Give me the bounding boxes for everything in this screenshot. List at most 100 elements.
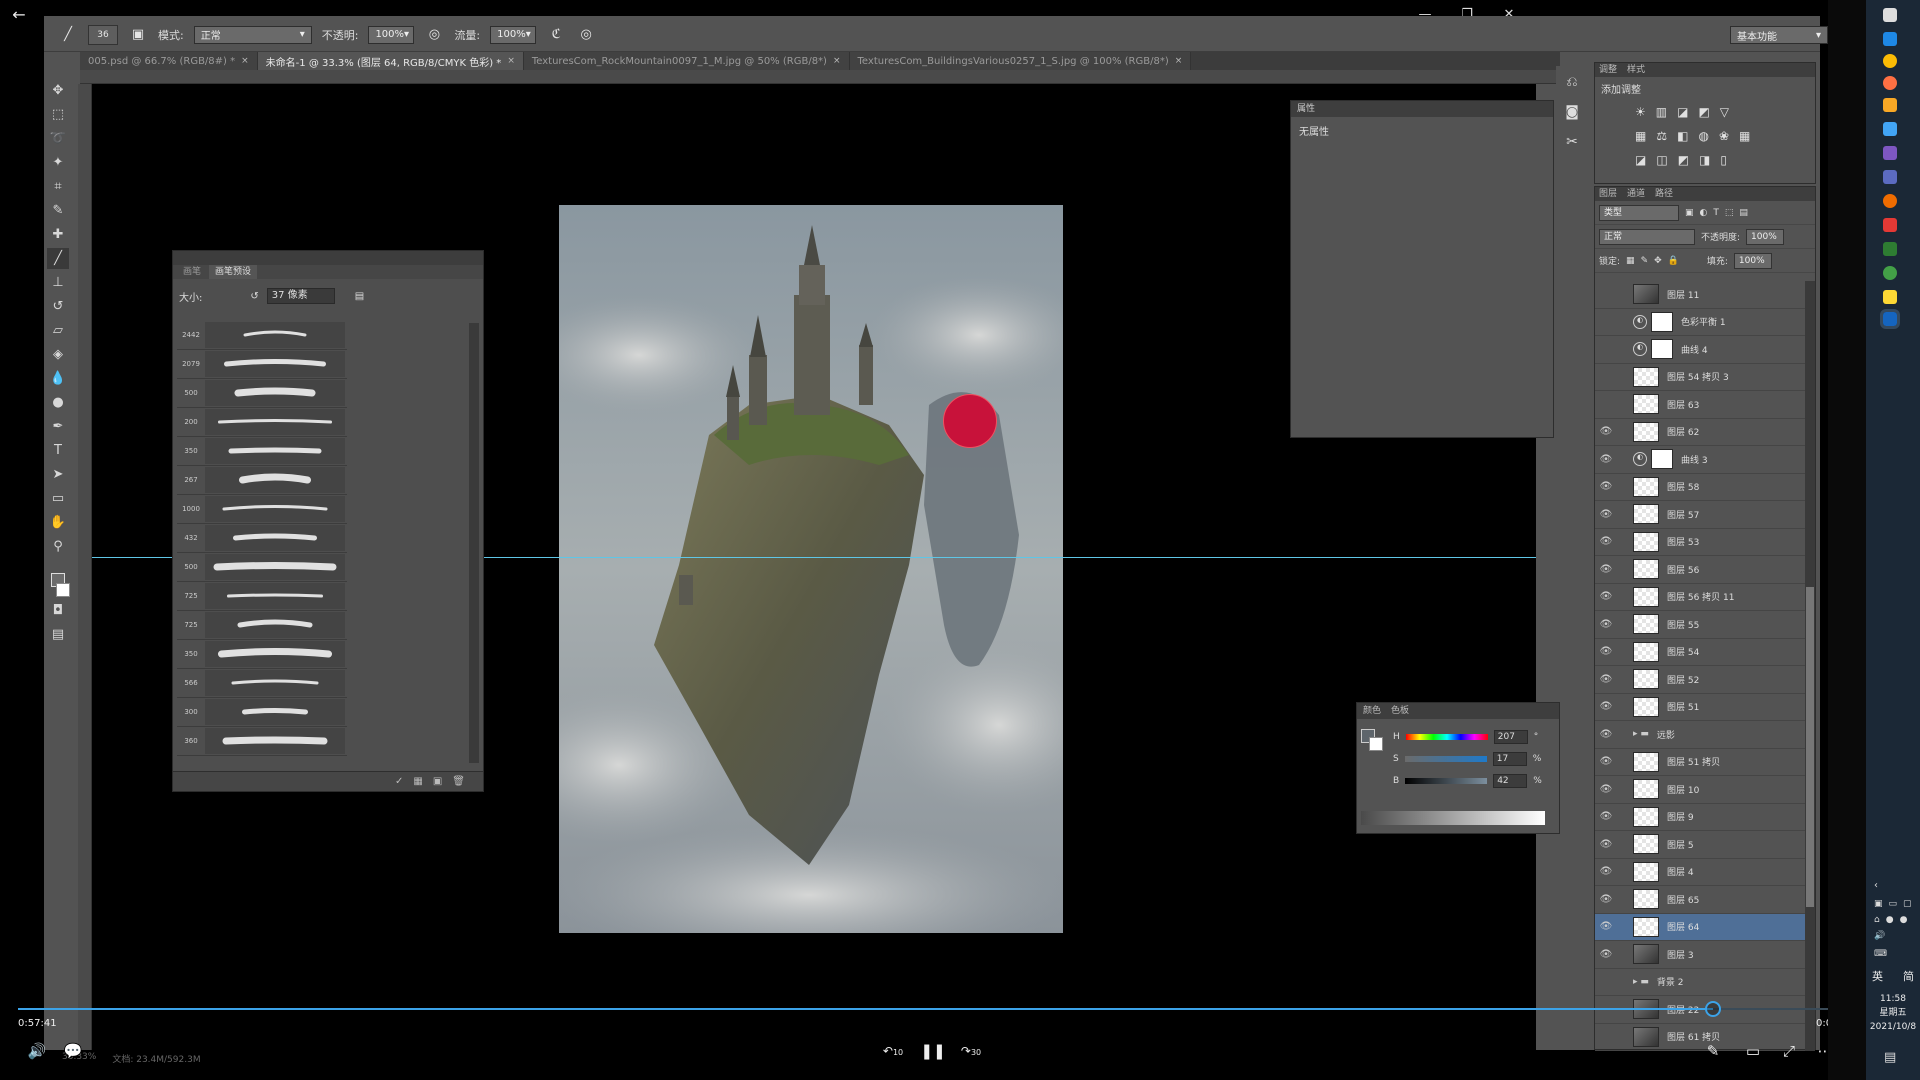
hue-sat-icon[interactable]: ▦ [1635,129,1646,143]
brush-preset[interactable]: 350 [177,437,347,466]
rewind-button[interactable]: ↶10 [880,1040,906,1062]
ruler-horizontal[interactable] [80,70,1556,84]
brush-preset[interactable]: 1000 [177,495,347,524]
tray-wechat-icon[interactable]: ● [1900,915,1908,925]
tray-expand-icon[interactable]: ‹ [1874,880,1914,891]
new-preset-icon[interactable]: ▣ [433,776,442,787]
bw-icon[interactable]: ◧ [1677,129,1688,143]
visibility-eye-icon[interactable]: 👁 [1595,344,1617,355]
layer-mask-thumbnail[interactable] [1651,311,1673,332]
healing-tool-icon[interactable]: ✚ [47,224,69,245]
visibility-eye-icon[interactable]: 👁 [1595,894,1617,905]
photoshop-icon[interactable] [1883,32,1897,46]
brush-preset[interactable]: 725 [177,582,347,611]
magic-wand-tool-icon[interactable]: ✦ [47,152,69,173]
chrome-icon[interactable] [1883,54,1897,68]
history-panel-icon[interactable]: ⎌ [1566,74,1577,90]
filter-smart-icon[interactable]: ▤ [1739,208,1748,218]
airbrush-icon[interactable]: ℭ [546,25,566,45]
brush-tool-icon[interactable]: ╱ [58,25,78,45]
brush-panel-toggle-icon[interactable]: ▣ [128,25,148,45]
document-tab[interactable]: 未命名-1 @ 33.3% (图层 64, RGB/8/CMYK 色彩) * × [257,52,524,70]
pressure-opacity-icon[interactable]: ◎ [424,25,444,45]
visibility-eye-icon[interactable]: 👁 [1595,536,1617,547]
app-icon-2[interactable] [1883,146,1897,160]
video-player-taskbar-icon[interactable] [1880,309,1900,329]
zoom-tool-icon[interactable]: ⚲ [47,536,69,557]
brush-preset[interactable]: 360 [177,727,347,756]
move-tool-icon[interactable]: ✥ [47,80,69,101]
paint-bucket-icon[interactable]: ◈ [47,344,69,365]
layer-row[interactable]: 👁 图层 55 [1595,611,1807,639]
brush-preset[interactable]: 350 [177,640,347,669]
keyboard-icon[interactable]: ⌨ [1874,949,1914,959]
trash-icon[interactable]: 🗑 [452,776,465,787]
properties-panel-icon[interactable]: ◙ [1565,104,1579,120]
visibility-eye-icon[interactable]: 👁 [1595,481,1617,492]
type-tool-icon[interactable]: T [47,440,69,461]
layer-row[interactable]: 👁 图层 63 [1595,391,1807,419]
app-icon-5[interactable] [1883,218,1897,232]
app-icon-1[interactable] [1883,122,1897,136]
flow-field[interactable]: 100% ▾ [490,25,537,44]
color-bg-swatch[interactable] [1369,737,1383,751]
visibility-eye-icon[interactable]: 👁 [1595,591,1617,602]
grid-icon[interactable]: ▦ [413,776,422,787]
layer-row[interactable]: 👁 图层 54 [1595,639,1807,666]
filter-shape-icon[interactable]: ⬚ [1725,208,1734,218]
layer-row[interactable]: 👁 图层 9 [1595,804,1807,831]
app-icon-6[interactable] [1883,266,1897,280]
ruler-vertical[interactable] [78,84,92,1050]
layer-row[interactable]: 👁 ▸ ▬ 远影 [1595,721,1807,749]
tab-brush-presets[interactable]: 画笔预设 [209,265,258,279]
screen-mode-icon[interactable]: ▤ [47,624,69,645]
visibility-eye-icon[interactable]: 👁 [1595,976,1617,987]
visibility-eye-icon[interactable]: 👁 [1595,811,1617,822]
brush-preset[interactable]: 300 [177,698,347,727]
layer-row[interactable]: 👁 图层 51 [1595,694,1807,721]
brush-preset[interactable]: 2442 [177,321,347,350]
color-balance-icon[interactable]: ⚖ [1656,129,1667,143]
path-select-icon[interactable]: ➤ [47,464,69,485]
artwork-floating-castle-island[interactable] [559,205,1063,933]
selective-color-icon[interactable]: ▯ [1720,153,1727,167]
layer-row[interactable]: 👁 图层 58 [1595,474,1807,501]
layer-row[interactable]: 👁 图层 51 拷贝 [1595,749,1807,776]
tab-layers[interactable]: 图层 [1599,187,1617,201]
layer-mask-thumbnail[interactable] [1651,449,1673,470]
reset-icon[interactable]: ↺ [250,291,258,302]
dodge-tool-icon[interactable]: ● [47,392,69,413]
layer-row[interactable]: 👁 图层 10 [1595,776,1807,804]
folder-icon[interactable]: ▸ ▬ [1633,977,1649,987]
blend-mode-select[interactable]: 正常 [1599,228,1695,245]
layer-row[interactable]: 👁 图层 11 [1595,281,1807,309]
stamp-tool-icon[interactable]: ⊥ [47,272,69,293]
layer-row[interactable]: 👁 图层 56 拷贝 11 [1595,584,1807,611]
color-ramp[interactable] [1361,811,1545,825]
lock-transparent-icon[interactable]: ▦ [1626,256,1635,266]
visibility-eye-icon[interactable]: 👁 [1595,784,1617,795]
tray-network-icon[interactable]: ▭ [1889,899,1898,909]
visibility-eye-icon[interactable]: 👁 [1595,426,1617,437]
fill-field[interactable]: 100% [1733,252,1772,269]
mode-select[interactable]: 正常 ▾ [193,25,312,44]
layer-mask-thumbnail[interactable] [1651,339,1673,360]
brush-preset[interactable]: 500 [177,379,347,408]
background-color-swatch[interactable] [56,583,70,597]
taskbar-clock[interactable]: 11:58 星期五 2021/10/8 [1866,992,1920,1034]
tools-panel-icon[interactable]: ✂ [1566,134,1578,150]
panel-header[interactable] [173,251,483,265]
layer-row[interactable]: 👁 图层 65 [1595,886,1807,914]
fullscreen-icon[interactable]: ⤢ [1776,1040,1802,1062]
brush-preset[interactable]: 725 [177,611,347,640]
brush-preset[interactable]: 432 [177,524,347,553]
brush-preset[interactable]: 200 [177,408,347,437]
pen-icon[interactable]: ✎ [1700,1040,1726,1062]
brush-list-scrollbar[interactable] [469,323,479,763]
filter-adjust-icon[interactable]: ◐ [1700,208,1708,218]
hue-slider[interactable] [1405,734,1488,740]
saturation-slider[interactable] [1404,756,1487,762]
app-icon-3[interactable] [1883,170,1897,184]
layer-row[interactable]: 👁 图层 4 [1595,859,1807,886]
input-language[interactable]: 英 简 [1872,968,1914,984]
